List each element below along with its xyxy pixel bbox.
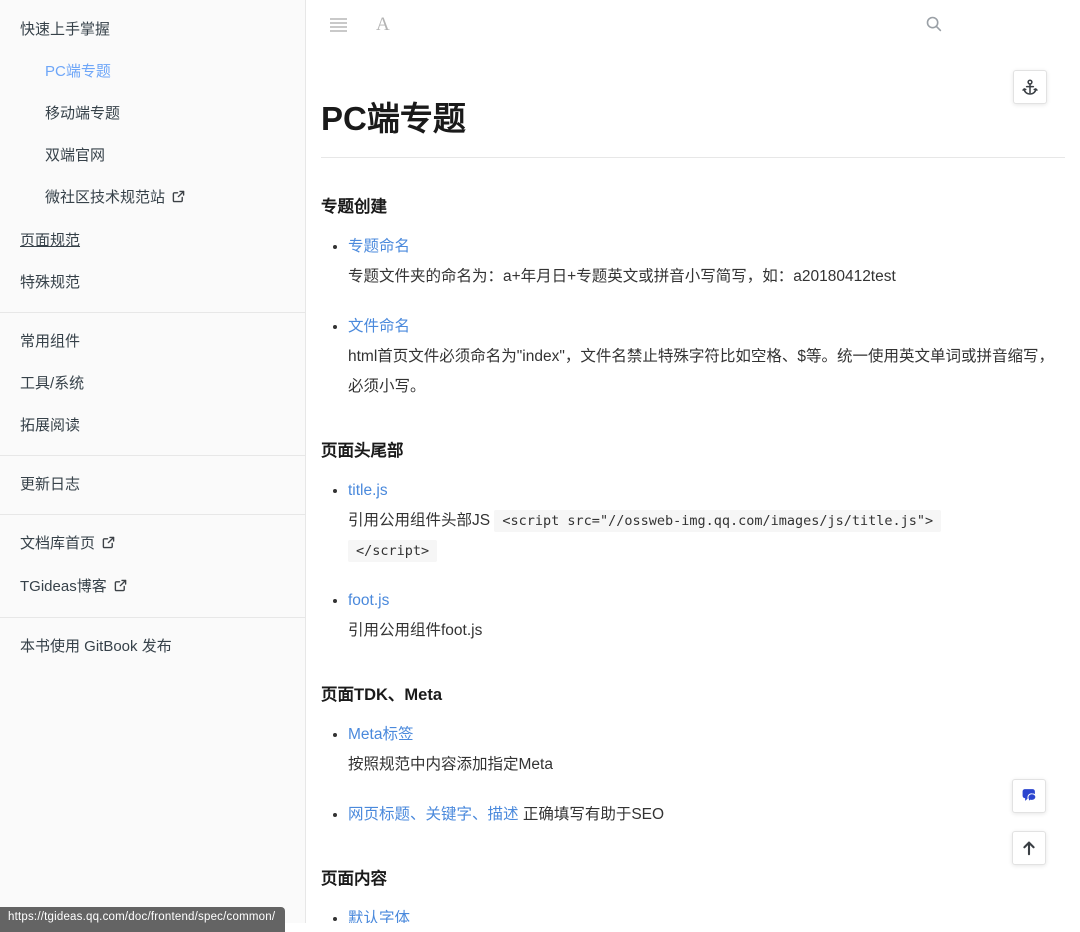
content-link[interactable]: 文件命名 [348, 318, 410, 335]
description-text: 按照规范中内容添加指定Meta [348, 756, 553, 773]
sidebar-item[interactable]: 文档库首页 [0, 523, 305, 566]
list-item: 默认字体使用reset样式，默认字体微软雅黑，使用unicode码方式： fon… [348, 904, 1065, 923]
list-item-title-line: title.js [348, 476, 1065, 506]
item-description: 专题文件夹的命名为：a+年月日+专题英文或拼音小写简写，如：a20180412t… [348, 262, 1065, 292]
toolbar: A [306, 0, 1080, 50]
list-item-title-line: 默认字体 [348, 904, 1065, 923]
sidebar-item-label: 拓展阅读 [20, 417, 81, 435]
sidebar-item[interactable]: 特殊规范 [0, 262, 305, 304]
section-heading: 专题创建 [321, 198, 387, 216]
sidebar-item[interactable]: 移动端专题 [0, 93, 305, 135]
description-text: 引用公用组件头部JS [348, 512, 495, 529]
sidebar-item[interactable]: PC端专题 [0, 51, 305, 93]
sidebar-item[interactable]: 本书使用 GitBook 发布 [0, 626, 305, 668]
search-icon[interactable] [925, 15, 943, 36]
hamburger-bar [330, 26, 347, 28]
list-item-title-line: 文件命名 [348, 312, 1065, 342]
item-description: 引用公用组件foot.js [348, 616, 1065, 646]
font-settings-icon[interactable]: A [376, 13, 390, 37]
hamburger-bar [330, 22, 347, 24]
sidebar-item[interactable]: 页面规范 [0, 220, 305, 262]
content-link[interactable]: foot.js [348, 592, 389, 609]
sidebar-group: 常用组件工具/系统拓展阅读 [0, 312, 305, 447]
section-list: title.js 引用公用组件头部JS <script src="//ossweb… [321, 476, 1065, 646]
description-text: 专题文件夹的命名为：a+年月日+专题英文或拼音小写简写，如：a20180412t… [348, 268, 896, 285]
sidebar-item[interactable]: 双端官网 [0, 135, 305, 177]
hamburger-bar [330, 30, 347, 32]
sidebar-item-label: 工具/系统 [20, 375, 85, 393]
page-title: PC端专题 [321, 100, 466, 137]
content-link[interactable]: 专题命名 [348, 238, 410, 255]
list-item: Meta标签按照规范中内容添加指定Meta [348, 720, 1065, 780]
external-link-icon [114, 578, 127, 598]
section-list: 默认字体使用reset样式，默认字体微软雅黑，使用unicode码方式： fon… [321, 904, 1065, 923]
list-item: 网页标题、关键字、描述 正确填写有助于SEO [348, 800, 1065, 830]
sidebar-item-label: 页面规范 [20, 232, 81, 250]
list-item: title.js 引用公用组件头部JS <script src="//ossweb… [348, 476, 1065, 566]
sidebar-item-label: PC端专题 [45, 63, 111, 81]
sidebar-group: 快速上手掌握 PC端专题移动端专题双端官网微社区技术规范站页面规范特殊规范 [0, 9, 305, 304]
sidebar-group: 更新日志 [0, 455, 305, 506]
section-heading: 页面头尾部 [321, 442, 404, 460]
list-item: foot.js 引用公用组件foot.js [348, 586, 1065, 646]
content-link[interactable]: title.js [348, 482, 388, 499]
list-item: 文件命名 html首页文件必须命名为"index"，文件名禁止特殊字符比如空格、$… [348, 312, 1065, 402]
list-item-title-line: 专题命名 [348, 232, 1065, 262]
sidebar-item[interactable]: 快速上手掌握 [0, 9, 305, 51]
page-content: PC端专题 专题创建专题命名专题文件夹的命名为：a+年月日+专题英文或拼音小写简… [306, 50, 1080, 923]
sidebar-item[interactable]: 工具/系统 [0, 363, 305, 405]
external-link-icon [172, 189, 185, 209]
hamburger-icon[interactable] [330, 18, 347, 34]
sidebar-item-label: 本书使用 GitBook 发布 [20, 638, 172, 656]
sidebar-item-label: 快速上手掌握 [20, 21, 111, 39]
list-item-title-line: foot.js [348, 586, 1065, 616]
section-heading: 页面内容 [321, 870, 387, 888]
list-item-title-line: Meta标签 [348, 720, 1065, 750]
list-item: 专题命名专题文件夹的命名为：a+年月日+专题英文或拼音小写简写，如：a20180… [348, 232, 1065, 292]
search-icon-glyph [926, 16, 942, 32]
description-text: html首页文件必须命名为"index"，文件名禁止特殊字符比如空格、$等。统一… [348, 348, 1054, 395]
list-item-title-line: 网页标题、关键字、描述 正确填写有助于SEO [348, 800, 1065, 830]
section-list: Meta标签按照规范中内容添加指定Meta 网页标题、关键字、描述 正确填写有助于… [321, 720, 1065, 830]
sections-container: 专题创建专题命名专题文件夹的命名为：a+年月日+专题英文或拼音小写简写，如：a2… [321, 193, 1065, 923]
sidebar-item[interactable]: 微社区技术规范站 [0, 177, 305, 220]
sidebar-group: 本书使用 GitBook 发布 [0, 617, 305, 668]
sidebar-item-label: 文档库首页 [20, 535, 96, 553]
hamburger-bar [330, 18, 347, 20]
sidebar-item-label: TGideas博客 [20, 578, 107, 596]
sidebar-item[interactable]: 拓展阅读 [0, 405, 305, 447]
description-text: 引用公用组件foot.js [348, 622, 483, 639]
content-link[interactable]: 网页标题、关键字、描述 [348, 806, 519, 823]
external-link-icon [102, 535, 115, 555]
sidebar-item-label: 特殊规范 [20, 274, 81, 292]
status-url-tooltip: https://tgideas.qq.com/doc/frontend/spec… [0, 907, 286, 932]
content-link[interactable]: 默认字体 [348, 910, 410, 923]
link-suffix-text: 正确填写有助于SEO [518, 806, 665, 823]
sidebar-item-label: 常用组件 [20, 333, 81, 351]
sidebar-group: 文档库首页 TGideas博客 [0, 514, 305, 609]
item-description: html首页文件必须命名为"index"，文件名禁止特殊字符比如空格、$等。统一… [348, 342, 1065, 402]
sidebar-item-label: 双端官网 [45, 147, 106, 165]
sidebar-item-label: 更新日志 [20, 476, 81, 494]
title-divider [321, 157, 1065, 158]
item-description: 按照规范中内容添加指定Meta [348, 750, 1065, 780]
item-description: 引用公用组件头部JS <script src="//ossweb-img.qq.… [348, 506, 1065, 566]
sidebar-item[interactable]: 更新日志 [0, 464, 305, 506]
section-heading: 页面TDK、Meta [321, 686, 443, 704]
sidebar-item[interactable]: 常用组件 [0, 321, 305, 363]
content-link[interactable]: Meta标签 [348, 726, 413, 743]
sidebar-item-label: 移动端专题 [45, 105, 121, 123]
sidebar: 快速上手掌握 PC端专题移动端专题双端官网微社区技术规范站页面规范特殊规范常用组件… [0, 0, 306, 923]
sidebar-item-label: 微社区技术规范站 [45, 189, 166, 207]
section-list: 专题命名专题文件夹的命名为：a+年月日+专题英文或拼音小写简写，如：a20180… [321, 232, 1065, 402]
sidebar-item[interactable]: TGideas博客 [0, 566, 305, 609]
